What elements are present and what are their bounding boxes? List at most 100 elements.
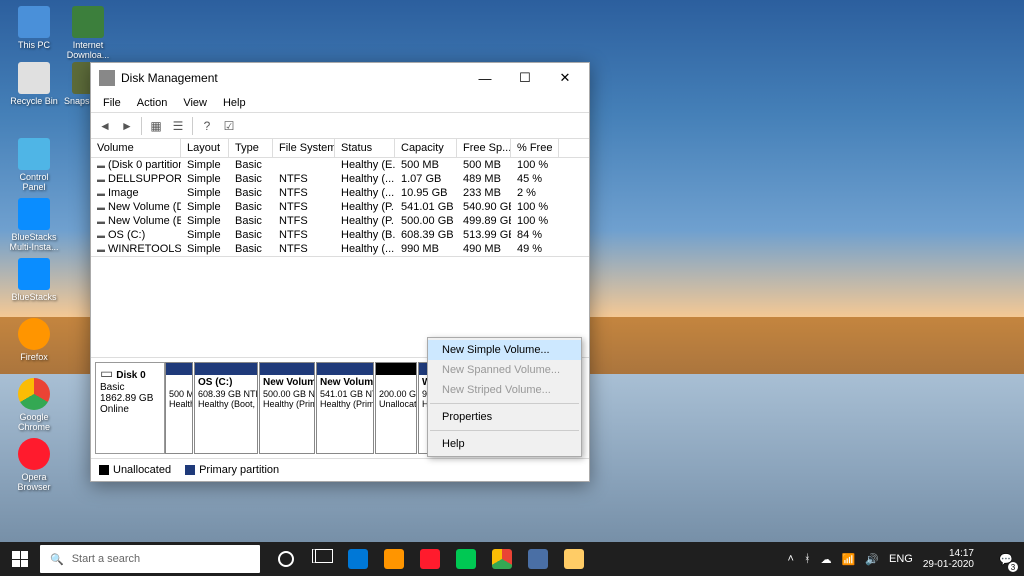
disk-status: Online	[100, 404, 129, 415]
menu-file[interactable]: File	[95, 95, 129, 111]
titlebar[interactable]: Disk Management — ☐ ✕	[91, 63, 589, 93]
table-row[interactable]: (Disk 0 partition 1)SimpleBasicHealthy (…	[91, 158, 589, 172]
swatch-black	[99, 465, 109, 475]
col-volume[interactable]: Volume	[91, 139, 181, 157]
table-header: Volume Layout Type File System Status Ca…	[91, 139, 589, 158]
app-icon	[528, 549, 548, 569]
explorer-icon	[564, 549, 584, 569]
desktop-icon-bluestacks-multi[interactable]: BlueStacks Multi-Insta...	[8, 198, 60, 252]
desktop-icon-this-pc[interactable]: This PC	[8, 6, 60, 50]
desktop-icon-idm[interactable]: Internet Downloa...	[62, 6, 114, 60]
close-button[interactable]: ✕	[545, 64, 585, 92]
legend-unallocated: Unallocated	[99, 464, 171, 476]
cortana-icon	[278, 551, 294, 567]
disk-icon	[100, 370, 116, 381]
legend-primary: Primary partition	[185, 464, 279, 476]
action-button[interactable]: ☑	[219, 116, 239, 136]
context-menu: New Simple Volume... New Spanned Volume.…	[427, 337, 582, 457]
taskview-icon	[312, 549, 332, 569]
table-row[interactable]: New Volume (E:)SimpleBasicNTFSHealthy (P…	[91, 214, 589, 228]
col-layout[interactable]: Layout	[181, 139, 229, 157]
desktop-icon-opera[interactable]: Opera Browser	[8, 438, 60, 492]
ctx-new-simple-volume[interactable]: New Simple Volume...	[428, 340, 581, 360]
recycle-bin-icon	[18, 62, 50, 94]
table-row[interactable]: DELLSUPPORTSimpleBasicNTFSHealthy (...1.…	[91, 172, 589, 186]
refresh-button[interactable]: ▦	[146, 116, 166, 136]
col-freespace[interactable]: Free Sp...	[457, 139, 511, 157]
desktop-icon-bluestacks[interactable]: BlueStacks	[8, 258, 60, 302]
menubar: File Action View Help	[91, 93, 589, 113]
partition[interactable]: 200.00 GBUnallocated	[375, 362, 417, 454]
desktop-icon-label: BlueStacks	[8, 292, 60, 302]
desktop-icon-chrome[interactable]: Google Chrome	[8, 378, 60, 432]
taskbar-pinned	[268, 542, 592, 576]
ctx-properties[interactable]: Properties	[428, 407, 581, 427]
tray-bluetooth-icon[interactable]: ᚼ	[804, 553, 811, 565]
cortana-button[interactable]	[268, 542, 304, 576]
taskbar-opera[interactable]	[412, 542, 448, 576]
taskbar-firefox[interactable]	[376, 542, 412, 576]
partition[interactable]: New Volume (541.01 GB NTFSHealthy (Prima…	[316, 362, 374, 454]
table-row[interactable]: New Volume (D:)SimpleBasicNTFSHealthy (P…	[91, 200, 589, 214]
tray-language[interactable]: ENG	[889, 553, 913, 565]
tray-chevron-up-icon[interactable]: ˄	[788, 553, 794, 565]
volume-table: Volume Layout Type File System Status Ca…	[91, 139, 589, 256]
menu-view[interactable]: View	[175, 95, 215, 111]
search-placeholder: Start a search	[72, 553, 140, 565]
idm-icon	[72, 6, 104, 38]
col-status[interactable]: Status	[335, 139, 395, 157]
taskbar-explorer[interactable]	[556, 542, 592, 576]
desktop-icon-label: Internet Downloa...	[62, 40, 114, 60]
separator	[141, 117, 142, 135]
edge-icon	[348, 549, 368, 569]
start-button[interactable]	[0, 542, 40, 576]
back-button[interactable]: ◄	[95, 116, 115, 136]
notifications-button[interactable]: 💬	[988, 542, 1024, 576]
disk-type: Basic	[100, 382, 124, 393]
partition[interactable]: 500 MHealth	[165, 362, 193, 454]
toolbar: ◄ ► ▦ ☰ ? ☑	[91, 113, 589, 139]
chrome-icon	[18, 378, 50, 410]
desktop-icon-control-panel[interactable]: Control Panel	[8, 138, 60, 192]
search-icon: 🔍	[50, 553, 64, 566]
tray-wifi-icon[interactable]: 📶	[842, 553, 856, 566]
partition[interactable]: New Volume (500.00 GB NTFSHealthy (Prima…	[259, 362, 315, 454]
clock[interactable]: 14:17 29-01-2020	[923, 548, 980, 570]
menu-help[interactable]: Help	[215, 95, 254, 111]
disk-info[interactable]: Disk 0 Basic 1862.89 GB Online	[95, 362, 165, 454]
desktop-icon-recycle-bin[interactable]: Recycle Bin	[8, 62, 60, 106]
green-app-icon	[456, 549, 476, 569]
minimize-button[interactable]: —	[465, 64, 505, 92]
table-row[interactable]: WINRETOOLSSimpleBasicNTFSHealthy (...990…	[91, 242, 589, 256]
desktop-icon-firefox[interactable]: Firefox	[8, 318, 60, 362]
col-filesystem[interactable]: File System	[273, 139, 335, 157]
ctx-help[interactable]: Help	[428, 434, 581, 454]
search-box[interactable]: 🔍 Start a search	[40, 545, 260, 573]
desktop-icon-label: Opera Browser	[8, 472, 60, 492]
table-row[interactable]: OS (C:)SimpleBasicNTFSHealthy (B...608.3…	[91, 228, 589, 242]
forward-button[interactable]: ►	[117, 116, 137, 136]
taskview-button[interactable]	[304, 542, 340, 576]
col-capacity[interactable]: Capacity	[395, 139, 457, 157]
taskbar-edge[interactable]	[340, 542, 376, 576]
chrome-icon	[492, 549, 512, 569]
maximize-button[interactable]: ☐	[505, 64, 545, 92]
system-tray: ˄ ᚼ ☁ 📶 🔊 ENG 14:17 29-01-2020	[780, 548, 988, 570]
taskbar-chrome[interactable]	[484, 542, 520, 576]
taskbar-app1[interactable]	[448, 542, 484, 576]
col-pctfree[interactable]: % Free	[511, 139, 559, 157]
table-row[interactable]: ImageSimpleBasicNTFSHealthy (...10.95 GB…	[91, 186, 589, 200]
properties-button[interactable]: ☰	[168, 116, 188, 136]
bluestacks-icon	[18, 258, 50, 290]
date: 29-01-2020	[923, 559, 974, 570]
time: 14:17	[923, 548, 974, 559]
help-button[interactable]: ?	[197, 116, 217, 136]
col-type[interactable]: Type	[229, 139, 273, 157]
partition[interactable]: OS (C:)608.39 GB NTFSHealthy (Boot, P	[194, 362, 258, 454]
tray-onedrive-icon[interactable]: ☁	[821, 553, 832, 566]
menu-action[interactable]: Action	[129, 95, 176, 111]
tray-volume-icon[interactable]: 🔊	[865, 553, 879, 566]
taskbar-app2[interactable]	[520, 542, 556, 576]
app-icon	[99, 70, 115, 86]
bluestacks-icon	[18, 198, 50, 230]
